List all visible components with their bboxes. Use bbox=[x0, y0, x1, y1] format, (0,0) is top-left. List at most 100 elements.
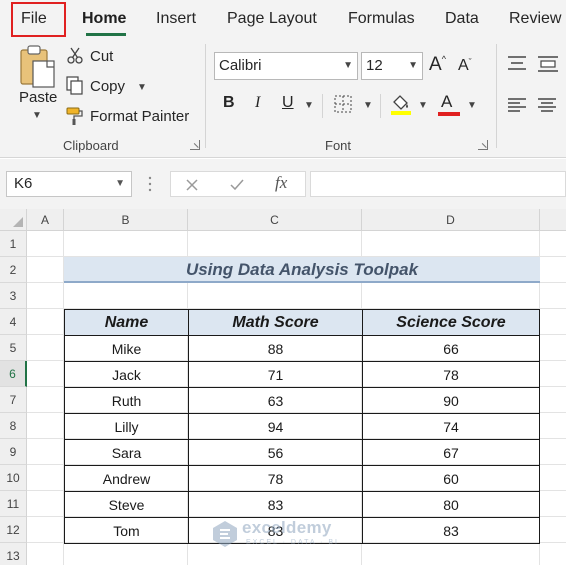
clipboard-group-label: Clipboard bbox=[63, 138, 119, 153]
column-header-d[interactable]: D bbox=[362, 209, 540, 231]
column-header-e[interactable] bbox=[540, 209, 566, 231]
table-row: Sara 56 67 bbox=[64, 439, 540, 466]
paste-label[interactable]: Paste bbox=[19, 89, 57, 106]
cancel-icon[interactable] bbox=[185, 178, 199, 192]
header-science-score[interactable]: Science Score bbox=[362, 309, 540, 336]
inner-divider bbox=[380, 94, 381, 118]
cell-name[interactable]: Sara bbox=[64, 439, 189, 466]
font-name-value: Calibri bbox=[219, 57, 262, 74]
font-group-label: Font bbox=[325, 138, 352, 153]
font-color-icon[interactable]: A bbox=[441, 92, 452, 112]
scissors-icon[interactable] bbox=[66, 46, 84, 64]
fill-color-icon[interactable] bbox=[390, 92, 412, 116]
paste-dropdown[interactable]: ▼ bbox=[32, 110, 42, 121]
font-color-dropdown[interactable]: ▼ bbox=[467, 100, 477, 111]
cell-math[interactable]: 83 bbox=[188, 491, 363, 518]
middle-align-icon[interactable] bbox=[537, 56, 559, 72]
cell-science[interactable]: 83 bbox=[362, 517, 540, 544]
row-header[interactable]: 12 bbox=[0, 517, 27, 543]
table-row: Lilly 94 74 bbox=[64, 413, 540, 440]
cell-name[interactable]: Andrew bbox=[64, 465, 189, 492]
cell-science[interactable]: 74 bbox=[362, 413, 540, 440]
cell-science[interactable]: 80 bbox=[362, 491, 540, 518]
column-header-b[interactable]: B bbox=[64, 209, 188, 231]
cell-name[interactable]: Tom bbox=[64, 517, 189, 544]
borders-dropdown[interactable]: ▼ bbox=[363, 100, 373, 111]
chevron-down-icon: ▼ bbox=[115, 178, 125, 189]
row-header[interactable]: 8 bbox=[0, 413, 27, 439]
cell-name[interactable]: Mike bbox=[64, 335, 189, 362]
font-color-swatch bbox=[438, 112, 460, 116]
decrease-font-size-icon[interactable]: Aˇ bbox=[458, 57, 472, 75]
cell-science[interactable]: 60 bbox=[362, 465, 540, 492]
cell-name[interactable]: Steve bbox=[64, 491, 189, 518]
row-header[interactable]: 11 bbox=[0, 491, 27, 517]
tab-review[interactable]: Review bbox=[509, 0, 561, 38]
select-all-button[interactable] bbox=[0, 209, 27, 231]
header-math-score[interactable]: Math Score bbox=[188, 309, 363, 336]
insert-function-icon[interactable]: fx bbox=[275, 173, 287, 193]
cell-name[interactable]: Ruth bbox=[64, 387, 189, 414]
borders-icon[interactable] bbox=[333, 94, 353, 114]
paste-icon[interactable] bbox=[18, 44, 58, 90]
formula-bar: K6 ▼ fx bbox=[0, 159, 566, 209]
format-painter-icon[interactable] bbox=[65, 106, 85, 126]
row-header[interactable]: 9 bbox=[0, 439, 27, 465]
row-header[interactable]: 13 bbox=[0, 543, 27, 565]
column-header-a[interactable]: A bbox=[27, 209, 64, 231]
tab-formulas[interactable]: Formulas bbox=[348, 0, 415, 38]
cell-name[interactable]: Jack bbox=[64, 361, 189, 388]
cell-math[interactable]: 88 bbox=[188, 335, 363, 362]
cut-label[interactable]: Cut bbox=[90, 48, 113, 65]
chevron-down-icon: ▼ bbox=[408, 60, 418, 71]
cell-science[interactable]: 90 bbox=[362, 387, 540, 414]
underline-dropdown[interactable]: ▼ bbox=[304, 100, 314, 111]
row-header[interactable]: 2 bbox=[0, 257, 27, 283]
cell-math[interactable]: 71 bbox=[188, 361, 363, 388]
row-header[interactable]: 7 bbox=[0, 387, 27, 413]
cell-math[interactable]: 63 bbox=[188, 387, 363, 414]
italic-icon[interactable]: I bbox=[255, 94, 260, 112]
underline-icon[interactable]: U bbox=[282, 94, 294, 112]
formula-input[interactable] bbox=[310, 171, 566, 197]
bold-icon[interactable]: B bbox=[223, 94, 235, 112]
row-header[interactable]: 1 bbox=[0, 231, 27, 257]
copy-label[interactable]: Copy bbox=[90, 78, 125, 95]
header-name[interactable]: Name bbox=[64, 309, 189, 336]
copy-icon[interactable] bbox=[66, 76, 84, 96]
cell-science[interactable]: 67 bbox=[362, 439, 540, 466]
tab-page-layout[interactable]: Page Layout bbox=[227, 0, 317, 38]
fill-color-dropdown[interactable]: ▼ bbox=[418, 100, 428, 111]
font-size-select[interactable]: 12 ▼ bbox=[361, 52, 423, 80]
increase-font-size-icon[interactable]: A^ bbox=[429, 54, 446, 76]
font-name-select[interactable]: Calibri ▼ bbox=[214, 52, 358, 80]
row-header[interactable]: 3 bbox=[0, 283, 27, 309]
formula-bar-resize-handle[interactable] bbox=[148, 175, 152, 193]
align-center-icon[interactable] bbox=[537, 98, 557, 112]
cell-name[interactable]: Lilly bbox=[64, 413, 189, 440]
format-painter-label[interactable]: Format Painter bbox=[90, 108, 189, 125]
cell-science[interactable]: 78 bbox=[362, 361, 540, 388]
cell-math[interactable]: 94 bbox=[188, 413, 363, 440]
cell-science[interactable]: 66 bbox=[362, 335, 540, 362]
cell-math[interactable]: 78 bbox=[188, 465, 363, 492]
tab-insert[interactable]: Insert bbox=[156, 0, 196, 38]
name-box[interactable]: K6 ▼ bbox=[6, 171, 132, 197]
align-left-icon[interactable] bbox=[507, 98, 527, 112]
cell-math[interactable]: 56 bbox=[188, 439, 363, 466]
sheet-title-cell[interactable]: Using Data Analysis Toolpak bbox=[64, 257, 540, 283]
row-header[interactable]: 5 bbox=[0, 335, 27, 361]
top-align-icon[interactable] bbox=[507, 56, 527, 70]
row-header[interactable]: 4 bbox=[0, 309, 27, 335]
row-header[interactable]: 10 bbox=[0, 465, 27, 491]
name-box-value: K6 bbox=[14, 175, 33, 192]
clipboard-launcher-icon[interactable] bbox=[190, 140, 200, 150]
row-header-selected[interactable]: 6 bbox=[0, 361, 27, 387]
copy-dropdown[interactable]: ▼ bbox=[137, 82, 147, 93]
table-row: Steve 83 80 bbox=[64, 491, 540, 518]
exceldemy-logo-icon bbox=[213, 521, 237, 547]
font-launcher-icon[interactable] bbox=[478, 140, 488, 150]
tab-data[interactable]: Data bbox=[445, 0, 479, 38]
column-header-c[interactable]: C bbox=[188, 209, 362, 231]
enter-check-icon[interactable] bbox=[229, 178, 245, 192]
